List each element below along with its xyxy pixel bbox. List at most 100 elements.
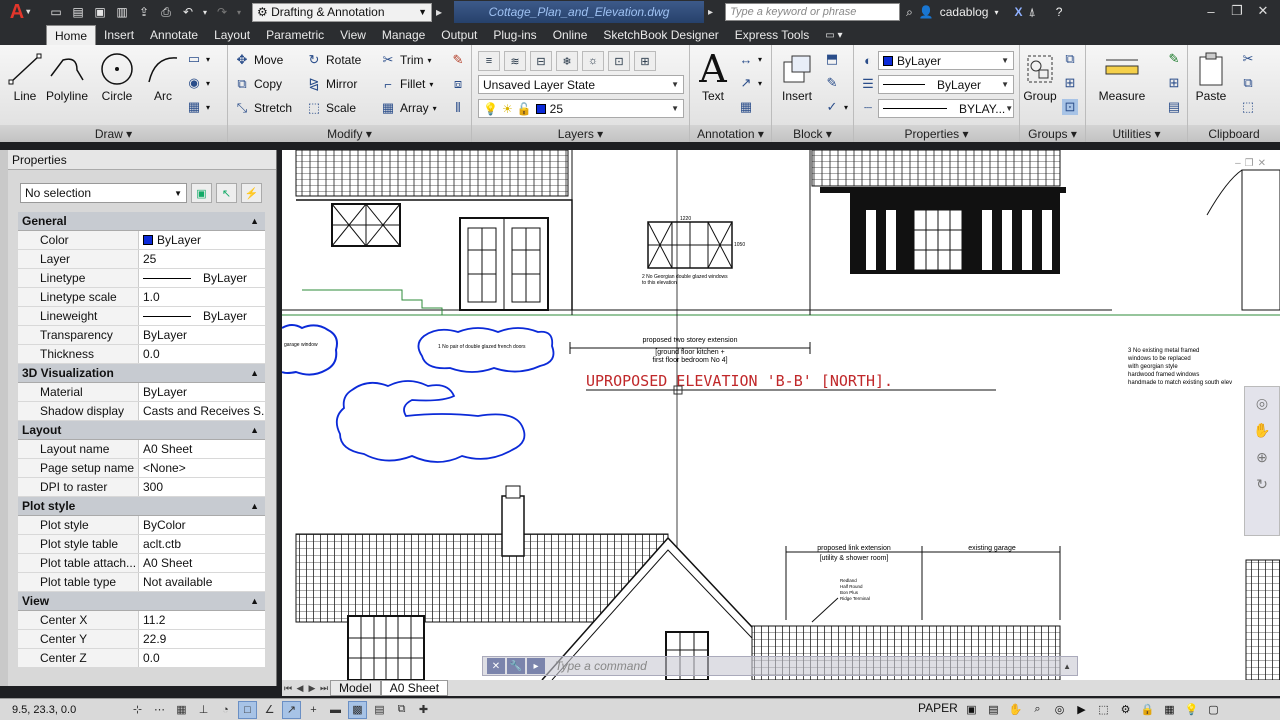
property-row[interactable]: Material ByLayer — [18, 383, 265, 402]
id-point-button[interactable]: ⊞ — [1166, 75, 1182, 91]
layer-state-icon[interactable]: ≋ — [504, 51, 526, 71]
first-tab-icon[interactable]: ⏮ — [282, 683, 294, 694]
clean-screen-icon[interactable]: ▢ — [1204, 700, 1223, 718]
tab-manage[interactable]: Manage — [374, 25, 433, 45]
property-row[interactable]: Color ByLayer — [18, 231, 265, 250]
tab-online[interactable]: Online — [545, 25, 596, 45]
cloud-save-icon[interactable]: ⇪ — [134, 3, 154, 21]
color-select[interactable]: ByLayer ▼ — [878, 51, 1014, 70]
search-input[interactable]: Type a keyword or phrase — [725, 3, 901, 21]
group-selection-button[interactable]: ⊡ — [1062, 99, 1078, 115]
user-icon[interactable]: 👤 — [919, 5, 934, 19]
orbit-icon[interactable]: ↻ — [1256, 476, 1268, 493]
zoom-icon[interactable]: ⊕ — [1256, 449, 1268, 466]
offset-button[interactable]: ⫴ — [450, 100, 466, 116]
customize-toolbar-icon[interactable]: ▸ — [436, 5, 442, 19]
paste-button[interactable]: Paste — [1188, 49, 1234, 103]
last-tab-icon[interactable]: ⏭ — [318, 683, 330, 694]
palette-title-strip[interactable] — [0, 150, 8, 686]
tab-output[interactable]: Output — [433, 25, 485, 45]
property-row[interactable]: Transparency ByLayer — [18, 326, 265, 345]
linetype-select[interactable]: BYLAY... ▼ — [878, 99, 1014, 118]
property-row[interactable]: Lineweight ByLayer — [18, 307, 265, 326]
quick-view-drawings-icon[interactable]: ▤ — [984, 700, 1003, 718]
edit-block-button[interactable]: ✎ — [824, 75, 840, 91]
copy-button[interactable]: ⧉ Copy — [234, 76, 282, 92]
chevron-up-icon[interactable]: ▲ — [1063, 662, 1071, 671]
pickadd-icon[interactable]: ▣ — [191, 183, 212, 203]
group-button[interactable]: Group — [1020, 49, 1060, 103]
user-name[interactable]: cadablog — [940, 5, 989, 19]
coordinate-readout[interactable]: 9.5, 23.3, 0.0 — [0, 704, 120, 716]
groups-panel-title[interactable]: Groups ▾ — [1020, 125, 1085, 142]
property-row[interactable]: Plot table type Not available — [18, 573, 265, 592]
measure-button[interactable]: Measure — [1094, 49, 1150, 103]
lineweight-select[interactable]: ByLayer ▼ — [878, 75, 1014, 94]
tab-view[interactable]: View — [332, 25, 374, 45]
copy-clip-button[interactable]: ⧉ — [1240, 75, 1256, 91]
layer-freeze-icon[interactable]: ❄ — [556, 51, 578, 71]
tab-scroll-icon[interactable]: ▸ — [708, 7, 713, 18]
binoculars-icon[interactable]: ⌕ — [906, 5, 913, 20]
transparency-toggle-icon[interactable]: ▩ — [348, 700, 367, 719]
zoom-icon[interactable]: ⌕ — [1028, 700, 1047, 718]
steering-wheel-icon[interactable]: ◎ — [1256, 395, 1268, 412]
object-snap-tracking-icon[interactable]: ∠ — [260, 701, 279, 719]
close-icon[interactable]: ✕ — [1258, 158, 1266, 169]
toolbar-lock-icon[interactable]: 🔒 — [1138, 700, 1157, 718]
tab-annotate[interactable]: Annotate — [142, 25, 206, 45]
prev-tab-icon[interactable]: ◀ — [294, 683, 306, 694]
tab-model[interactable]: Model — [330, 680, 381, 696]
isolate-objects-icon[interactable]: 💡 — [1182, 700, 1201, 718]
layer-state-select[interactable]: Unsaved Layer State ▼ — [478, 75, 684, 94]
application-menu-button[interactable]: A ▾ — [0, 0, 40, 24]
selection-cycling-icon[interactable]: ⧉ — [392, 701, 411, 719]
grid-display-icon[interactable]: ▦ — [172, 701, 191, 719]
mirror-button[interactable]: ⧎ Mirror — [306, 76, 358, 92]
rotate-button[interactable]: ↻ Rotate — [306, 52, 362, 68]
cut-button[interactable]: ✂ — [1240, 51, 1256, 67]
dimension-button[interactable]: ↔ ▾ — [738, 51, 763, 67]
match-properties-button[interactable]: ◐ — [860, 52, 876, 68]
current-layer-select[interactable]: 💡 ☀ 🔓 25 ▼ — [478, 99, 684, 118]
tab-layout[interactable]: Layout — [206, 25, 258, 45]
layer-isolate-icon[interactable]: ⊟ — [530, 51, 552, 71]
pan-hand-icon[interactable]: ✋ — [1253, 422, 1270, 439]
arc-button[interactable]: Arc — [138, 49, 188, 103]
property-row[interactable]: Thickness 0.0 — [18, 345, 265, 364]
redo-dropdown-icon[interactable]: ▾ — [234, 3, 244, 21]
utilities-panel-title[interactable]: Utilities ▾ — [1086, 125, 1187, 142]
text-button[interactable]: A Text — [690, 47, 736, 103]
annotation-panel-title[interactable]: Annotation ▾ — [690, 125, 771, 142]
open-folder-icon[interactable]: ▤ — [68, 3, 88, 21]
array-button[interactable]: ▦ Array ▾ — [380, 100, 437, 116]
select-objects-icon[interactable]: ↖ — [216, 183, 237, 203]
help-icon[interactable]: ? — [1056, 5, 1063, 19]
undo-icon[interactable]: ↶ — [178, 3, 198, 21]
show-motion-icon[interactable]: ▶ — [1072, 700, 1091, 718]
restore-icon[interactable]: ❐ — [1224, 0, 1250, 22]
quick-select-button[interactable]: ✎ — [1166, 51, 1182, 67]
draw-panel-title[interactable]: Draw ▾ — [0, 125, 227, 142]
property-row[interactable]: Layout name A0 Sheet — [18, 440, 265, 459]
rectangle-button[interactable]: ▭ ▾ — [186, 51, 210, 67]
move-button[interactable]: ✥ Move — [234, 52, 284, 68]
command-line[interactable]: ✕ 🔧 ▸ Type a command ▲ — [482, 656, 1078, 676]
property-row[interactable]: Shadow display Casts and Receives S... — [18, 402, 265, 421]
trim-button[interactable]: ✂ Trim ▾ — [380, 52, 432, 68]
annotation-monitor-icon[interactable]: ✚ — [414, 701, 433, 719]
calculator-button[interactable]: ▤ — [1166, 99, 1182, 115]
modify-panel-title[interactable]: Modify ▾ — [228, 125, 471, 142]
next-tab-icon[interactable]: ▶ — [306, 683, 318, 694]
ortho-mode-icon[interactable]: ⊥ — [194, 701, 213, 719]
command-prompt-icon[interactable]: ▸ — [527, 658, 545, 674]
tab-sketchbook-designer[interactable]: SketchBook Designer — [595, 25, 726, 45]
copy-base-button[interactable]: ⬚ — [1240, 99, 1256, 115]
steering-wheels-icon[interactable]: ◎ — [1050, 700, 1069, 718]
property-row[interactable]: Linetype ByLayer — [18, 269, 265, 288]
scale-button[interactable]: ⬚ Scale — [306, 100, 356, 116]
restore-icon[interactable]: ❐ — [1245, 158, 1254, 169]
workspace-switching-icon[interactable]: ⚙ — [1116, 700, 1135, 718]
table-button[interactable]: ▦ — [738, 99, 754, 115]
property-row[interactable]: Layer 25 — [18, 250, 265, 269]
